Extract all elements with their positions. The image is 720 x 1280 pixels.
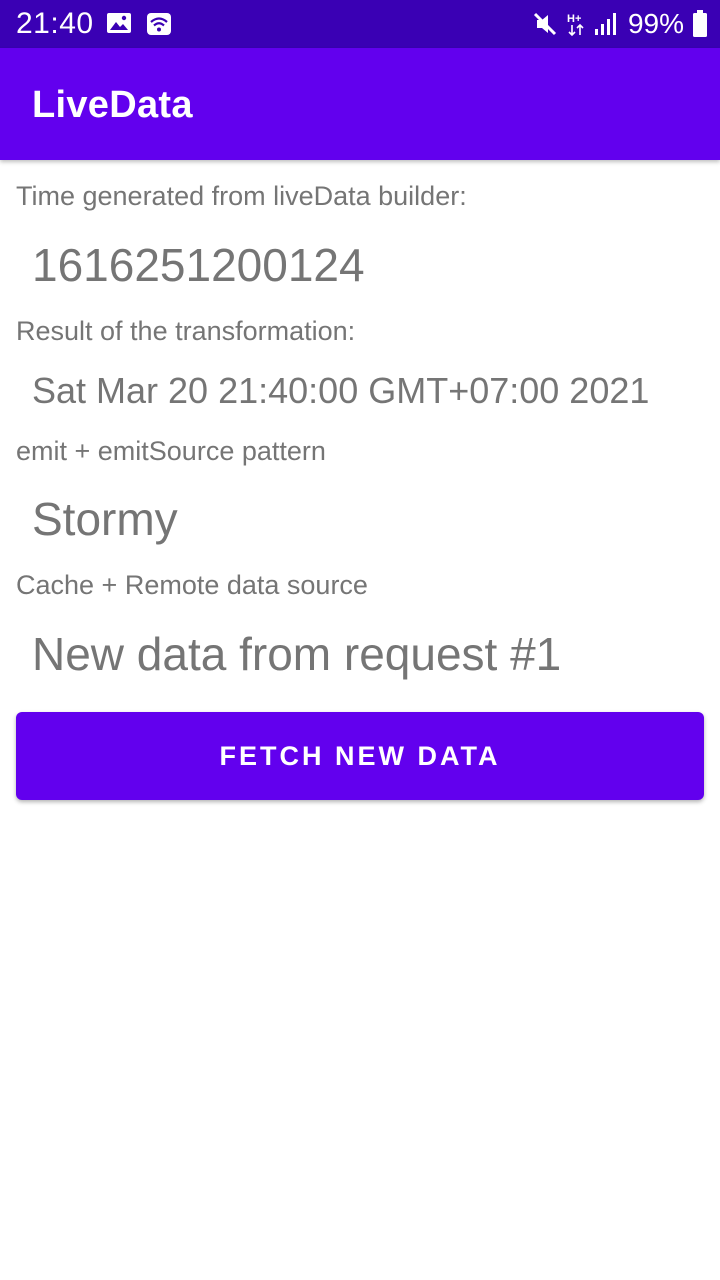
status-time: 21:40 [16, 7, 94, 40]
status-left-icons [106, 12, 172, 36]
image-icon [106, 12, 132, 36]
hplus-data-icon: H+ [566, 11, 586, 37]
builder-label: Time generated from liveData builder: [16, 181, 467, 211]
status-bar: 21:40 H+ 99% [0, 0, 720, 48]
battery-icon [692, 10, 708, 38]
status-right-icons: H+ 99% [532, 6, 708, 42]
builder-value: 1616251200124 [32, 239, 365, 291]
mute-icon [532, 11, 558, 37]
signal-icon [594, 12, 618, 36]
app-bar: LiveData [0, 48, 720, 160]
svg-text:H+: H+ [567, 13, 581, 25]
cache-value: New data from request #1 [32, 628, 562, 680]
emit-label: emit + emitSource pattern [16, 436, 326, 466]
transformation-label: Result of the transformation: [16, 316, 356, 346]
transformation-value: Sat Mar 20 21:40:00 GMT+07:00 2021 [32, 370, 650, 411]
battery-percent: 99% [627, 8, 684, 39]
wifi-icon [146, 12, 172, 36]
app-title: LiveData [32, 84, 193, 126]
emit-value: Stormy [32, 493, 178, 545]
fetch-new-data-button[interactable]: FETCH NEW DATA [16, 712, 704, 800]
cache-label: Cache + Remote data source [16, 570, 368, 600]
